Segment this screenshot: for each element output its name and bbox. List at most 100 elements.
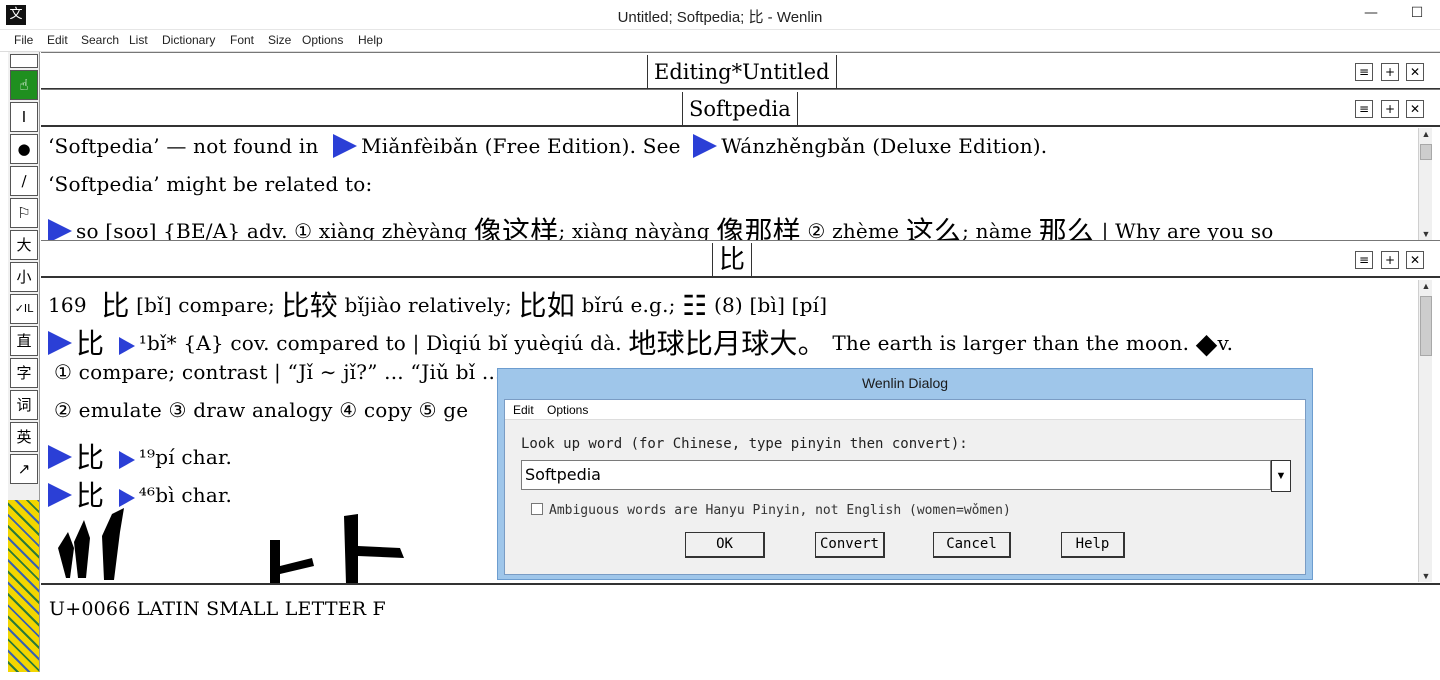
editing-pane-title[interactable]: Editing*Untitled	[647, 55, 837, 89]
dialog-menu-options[interactable]: Options	[547, 403, 588, 417]
menu-dictionary[interactable]: Dictionary	[162, 33, 215, 47]
char-bi[interactable]: 比	[76, 441, 104, 474]
pane-menu-icon[interactable]: ≡	[1355, 100, 1373, 118]
pane-close-icon[interactable]: ✕	[1406, 251, 1424, 269]
pane-close-icon[interactable]: ✕	[1406, 63, 1424, 81]
convert-button[interactable]: Convert	[815, 532, 885, 558]
status-divider	[41, 583, 1440, 585]
pane-menu-icon[interactable]: ≡	[1355, 251, 1373, 269]
pane-add-icon[interactable]: +	[1381, 251, 1399, 269]
scroll-thumb[interactable]	[1420, 144, 1432, 160]
link-triangle-icon[interactable]	[118, 337, 135, 355]
bi-scrollbar[interactable]: ▲ ▼	[1418, 280, 1432, 582]
deluxe-edition-link[interactable]: Wánzhěngbǎn (Deluxe Edition).	[721, 134, 1047, 158]
dialog-body: Edit Options Look up word (for Chinese, …	[504, 399, 1306, 575]
stroke-count: 169	[48, 293, 87, 317]
menu-search[interactable]: Search	[81, 33, 119, 47]
vertical-icon[interactable]: 直	[10, 326, 38, 356]
pinyin-checkbox[interactable]: Ambiguous words are Hanyu Pinyin, not En…	[531, 503, 1011, 518]
link-triangle-icon[interactable]	[48, 445, 72, 469]
translation-text: The earth is larger than the moon.	[832, 331, 1190, 355]
maximize-button[interactable]: ☐	[1394, 0, 1440, 26]
check-il-icon[interactable]: ✓IL	[10, 294, 38, 324]
pane-close-icon[interactable]: ✕	[1406, 100, 1424, 118]
definition-text: bǐjiào relatively;	[344, 293, 512, 317]
english-icon[interactable]: 英	[10, 422, 38, 452]
bi-pane-title[interactable]: 比	[712, 243, 753, 277]
softpedia-line-1: ‘Softpedia’ — not found in Miǎnfèibǎn (F…	[48, 134, 1047, 158]
bi-pane-header: 比 ≡ + ✕	[41, 240, 1440, 278]
link-triangle-icon[interactable]	[48, 331, 72, 355]
menu-edit[interactable]: Edit	[47, 33, 68, 47]
menu-options[interactable]: Options	[302, 33, 343, 47]
help-button[interactable]: Help	[1061, 532, 1125, 558]
scroll-down-icon[interactable]: ▼	[1419, 570, 1433, 582]
wenlin-dialog: Wenlin Dialog Edit Options Look up word …	[497, 368, 1313, 580]
softpedia-pane-title[interactable]: Softpedia	[682, 92, 798, 126]
bi-line-5: 比 ¹⁹pí char.	[48, 436, 232, 476]
diamond-icon: ◆	[1195, 327, 1218, 360]
link-triangle-icon[interactable]	[333, 134, 358, 158]
word-biru[interactable]: 比如	[519, 289, 575, 322]
free-edition-link[interactable]: Miǎnfèibǎn (Free Edition). See	[361, 134, 681, 158]
definition-text: [bǐ] compare;	[136, 293, 275, 317]
status-text: U+0066 LATIN SMALL LETTER F	[49, 598, 386, 620]
cancel-button[interactable]: Cancel	[933, 532, 1011, 558]
title-bar: 文 Untitled; Softpedia; 比 - Wenlin — ☐	[0, 0, 1440, 30]
ancient-script-image	[58, 508, 404, 584]
link-triangle-icon[interactable]	[118, 489, 135, 507]
entry-text[interactable]: ⁴⁶bì char.	[139, 483, 232, 507]
ok-button[interactable]: OK	[685, 532, 765, 558]
word-icon[interactable]: 词	[10, 390, 38, 420]
scroll-up-icon[interactable]: ▲	[1419, 128, 1433, 140]
menu-list[interactable]: List	[129, 33, 148, 47]
brush-icon[interactable]: ∕	[10, 166, 38, 196]
character-icon[interactable]: 字	[10, 358, 38, 388]
arrow-icon[interactable]: ↗	[10, 454, 38, 484]
lookup-input[interactable]: Softpedia	[521, 460, 1271, 490]
char-bi[interactable]: 比	[101, 289, 129, 322]
chevron-down-icon[interactable]: ▼	[1271, 460, 1291, 492]
char-bi[interactable]: 比	[76, 327, 104, 360]
pane-menu-icon[interactable]: ≡	[1355, 63, 1373, 81]
big-char-icon[interactable]: 大	[10, 230, 38, 260]
flag-icon[interactable]: ⚐	[10, 198, 38, 228]
chinese-sentence[interactable]: 地球比月球大。	[628, 327, 825, 360]
dot-icon[interactable]: ●	[10, 134, 38, 164]
readings-text: (8) [bì] [pí]	[714, 293, 828, 317]
floral-decoration	[8, 500, 39, 672]
not-found-text: ‘Softpedia’ — not found in	[48, 134, 319, 158]
menu-help[interactable]: Help	[358, 33, 383, 47]
entry-text[interactable]: ¹⁹pí char.	[139, 445, 232, 469]
dialog-menu-bar: Edit Options	[505, 400, 1305, 420]
pane-add-icon[interactable]: +	[1381, 63, 1399, 81]
bi-line-4: ② emulate ③ draw analogy ④ copy ⑤ ge	[54, 398, 469, 422]
link-triangle-icon[interactable]	[693, 134, 718, 158]
softpedia-line-2: ‘Softpedia’ might be related to:	[48, 172, 373, 196]
link-triangle-icon[interactable]	[118, 451, 135, 469]
dialog-menu-edit[interactable]: Edit	[513, 403, 534, 417]
toolbar-blank	[10, 54, 38, 68]
menu-font[interactable]: Font	[230, 33, 254, 47]
link-triangle-icon[interactable]	[48, 483, 72, 507]
word-bijiao[interactable]: 比较	[282, 289, 338, 322]
minimize-button[interactable]: —	[1348, 0, 1394, 26]
menu-file[interactable]: File	[14, 33, 33, 47]
softpedia-pane-header: Softpedia ≡ + ✕	[41, 89, 1440, 127]
scroll-thumb[interactable]	[1420, 296, 1432, 356]
pos-text: v.	[1217, 331, 1234, 355]
softpedia-scrollbar[interactable]: ▲ ▼	[1418, 128, 1432, 240]
scroll-up-icon[interactable]: ▲	[1419, 280, 1433, 292]
bi-line-1: 169 比 [bǐ] compare; 比较 bǐjiào relatively…	[48, 284, 827, 324]
lookup-label: Look up word (for Chinese, type pinyin t…	[521, 436, 968, 452]
scroll-down-icon[interactable]: ▼	[1419, 228, 1433, 240]
checkbox-box[interactable]	[531, 503, 543, 515]
radical-icon[interactable]: ☷	[682, 289, 707, 322]
definition-text: bǐrú e.g.;	[581, 293, 676, 317]
menu-size[interactable]: Size	[268, 33, 291, 47]
hand-icon[interactable]: ☝	[10, 70, 38, 100]
dialog-title: Wenlin Dialog	[861, 375, 949, 391]
pane-add-icon[interactable]: +	[1381, 100, 1399, 118]
small-char-icon[interactable]: 小	[10, 262, 38, 292]
text-cursor-icon[interactable]: I	[10, 102, 38, 132]
